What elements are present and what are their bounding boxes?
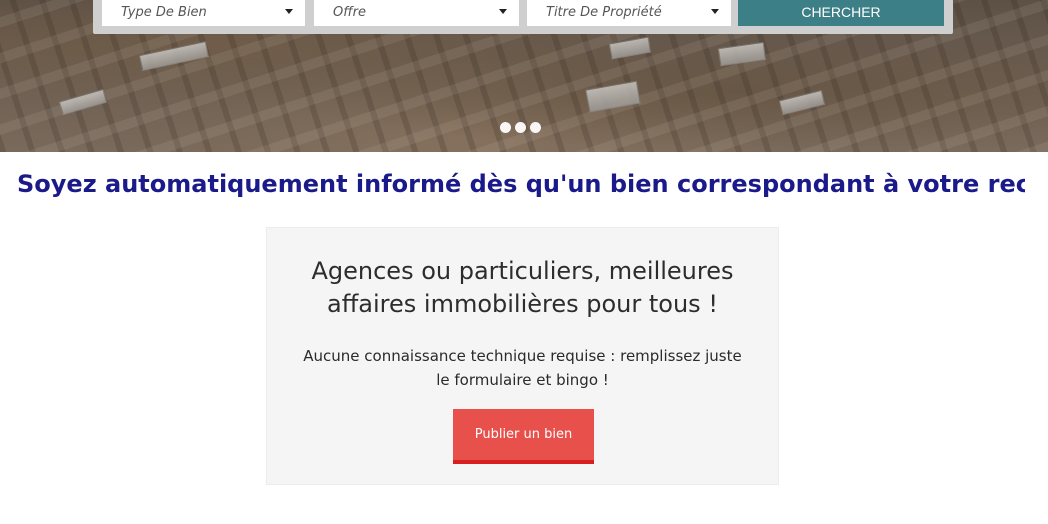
hero-roof: [58, 88, 108, 116]
hero-roof: [608, 36, 652, 60]
offer-select[interactable]: Offre: [314, 0, 519, 26]
offer-placeholder: Offre: [333, 4, 366, 20]
property-search-bar: Type De Bien Offre Titre De Propriété CH…: [93, 0, 953, 34]
carousel-indicators: [500, 122, 541, 133]
chevron-down-icon: [499, 9, 507, 14]
title-deed-select[interactable]: Titre De Propriété: [527, 0, 731, 26]
publish-listing-button[interactable]: Publier un bien: [453, 409, 594, 464]
hero-roof: [717, 41, 767, 67]
cta-title: Agences ou particuliers, meilleures affa…: [311, 257, 734, 318]
cta-description: Aucune connaissance technique requise : …: [303, 347, 742, 389]
chevron-down-icon: [711, 9, 719, 14]
hero-banner: Type De Bien Offre Titre De Propriété CH…: [0, 0, 1048, 152]
hero-roof: [778, 89, 826, 116]
hero-roof: [585, 80, 641, 113]
publish-cta-card: Agences ou particuliers, meilleures affa…: [266, 227, 779, 485]
carousel-dot-1[interactable]: [500, 122, 511, 133]
title-deed-placeholder: Titre De Propriété: [546, 4, 662, 20]
search-button[interactable]: CHERCHER: [738, 0, 944, 26]
hero-roof: [139, 41, 209, 71]
carousel-dot-3[interactable]: [530, 122, 541, 133]
chevron-down-icon: [285, 9, 293, 14]
property-type-placeholder: Type De Bien: [121, 4, 207, 20]
alert-marquee: Soyez automatiquement informé dès qu'un …: [17, 168, 1025, 200]
carousel-dot-2[interactable]: [515, 122, 526, 133]
alert-marquee-text: Soyez automatiquement informé dès qu'un …: [17, 170, 1025, 198]
property-type-select[interactable]: Type De Bien: [102, 0, 305, 26]
